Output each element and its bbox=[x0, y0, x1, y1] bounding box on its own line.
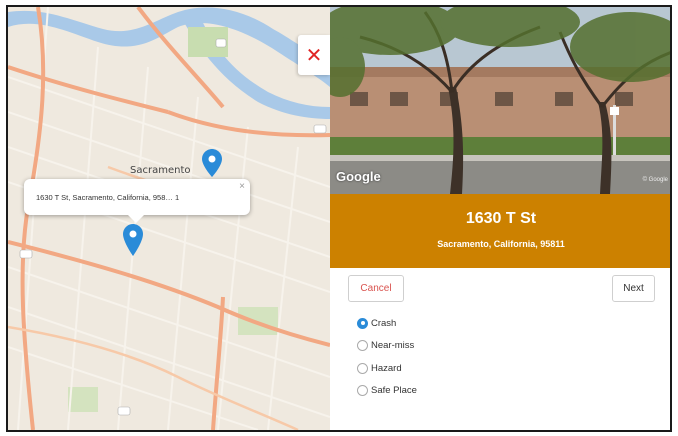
close-panel-button[interactable]: ✕ bbox=[298, 35, 330, 75]
map-marker-icon[interactable] bbox=[202, 149, 222, 177]
option-crash[interactable]: Crash bbox=[357, 312, 417, 335]
map-tiles bbox=[8, 7, 330, 430]
google-logo: Google bbox=[336, 169, 381, 184]
popup-address-text: 1630 T St, Sacramento, California, 958… … bbox=[36, 192, 180, 202]
street-view-copyright: © Google bbox=[642, 177, 668, 183]
option-near-miss[interactable]: Near-miss bbox=[357, 335, 417, 358]
map-city-label: Sacramento bbox=[130, 165, 191, 176]
option-label: Safe Place bbox=[371, 385, 417, 397]
address-subtitle: Sacramento, California, 95811 bbox=[437, 239, 565, 249]
street-view-image[interactable]: Google © Google bbox=[330, 7, 670, 194]
option-label: Near-miss bbox=[371, 340, 415, 352]
radio-hazard[interactable] bbox=[357, 362, 368, 374]
cancel-button[interactable]: Cancel bbox=[348, 275, 404, 302]
detail-panel: Google © Google 1630 T St Sacramento, Ca… bbox=[330, 7, 670, 430]
address-header: 1630 T St Sacramento, California, 95811 bbox=[330, 194, 670, 268]
map-popup: 1630 T St, Sacramento, California, 958… … bbox=[24, 179, 250, 223]
selected-location-marker-icon[interactable] bbox=[123, 224, 143, 256]
report-type-options: Crash Near-miss Hazard Safe Place bbox=[357, 312, 417, 402]
map-view[interactable]: Sacramento 1630 T St, Sacramento, Califo… bbox=[8, 7, 330, 430]
radio-crash[interactable] bbox=[357, 317, 368, 329]
app-frame: Sacramento 1630 T St, Sacramento, Califo… bbox=[6, 5, 672, 432]
option-hazard[interactable]: Hazard bbox=[357, 357, 417, 380]
popup-close-icon[interactable]: × bbox=[239, 181, 245, 192]
street-view-scene bbox=[330, 7, 670, 194]
radio-safe-place[interactable] bbox=[357, 385, 368, 397]
option-label: Crash bbox=[371, 317, 397, 329]
next-button[interactable]: Next bbox=[612, 275, 655, 302]
address-title: 1630 T St bbox=[465, 210, 537, 227]
option-label: Hazard bbox=[371, 362, 402, 374]
close-icon: ✕ bbox=[305, 43, 323, 67]
radio-near-miss[interactable] bbox=[357, 340, 368, 352]
option-safe-place[interactable]: Safe Place bbox=[357, 380, 417, 403]
